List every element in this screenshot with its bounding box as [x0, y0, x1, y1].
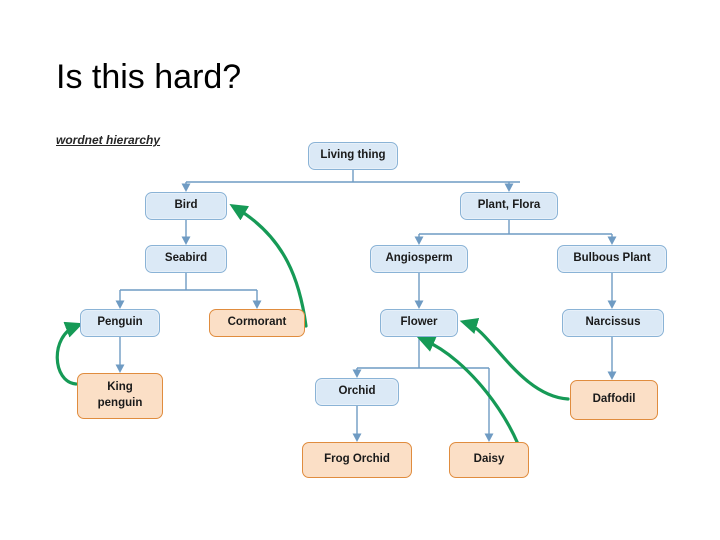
node-narcissus[interactable]: Narcissus: [562, 309, 664, 337]
node-cormorant[interactable]: Cormorant: [209, 309, 305, 337]
node-label: Daisy: [473, 453, 505, 466]
node-label: Bulbous Plant: [573, 252, 651, 265]
node-label: Plant, Flora: [477, 199, 541, 212]
node-label: Frog Orchid: [324, 453, 390, 466]
node-seabird[interactable]: Seabird: [145, 245, 227, 273]
node-king-penguin[interactable]: King penguin: [77, 373, 163, 419]
node-label: Bird: [174, 199, 198, 212]
node-frog-orchid[interactable]: Frog Orchid: [302, 442, 412, 478]
node-bird[interactable]: Bird: [145, 192, 227, 220]
node-orchid[interactable]: Orchid: [315, 378, 399, 406]
node-label: Flower: [400, 316, 438, 329]
node-label: Penguin: [97, 316, 143, 329]
node-angiosperm[interactable]: Angiosperm: [370, 245, 468, 273]
node-daisy[interactable]: Daisy: [449, 442, 529, 478]
highlight-arrow-kingpenguin-penguin: [55, 321, 84, 386]
node-plant-flora[interactable]: Plant, Flora: [460, 192, 558, 220]
node-penguin[interactable]: Penguin: [80, 309, 160, 337]
highlight-arrow-daisy-flower: [416, 336, 525, 460]
node-label: Daffodil: [592, 393, 636, 406]
node-label: Narcissus: [585, 316, 641, 329]
node-label: Angiosperm: [385, 252, 453, 265]
node-daffodil[interactable]: Daffodil: [570, 380, 658, 420]
node-label: Orchid: [338, 385, 376, 398]
node-label: Cormorant: [227, 316, 287, 329]
node-flower[interactable]: Flower: [380, 309, 458, 337]
slide-canvas: Is this hard? wordnet hierarchy Living t…: [0, 0, 720, 540]
node-bulbous-plant[interactable]: Bulbous Plant: [557, 245, 667, 273]
node-living-thing[interactable]: Living thing: [308, 142, 398, 170]
node-label: Seabird: [164, 252, 208, 265]
node-label: Living thing: [320, 149, 386, 162]
node-label: King penguin: [97, 381, 143, 409]
